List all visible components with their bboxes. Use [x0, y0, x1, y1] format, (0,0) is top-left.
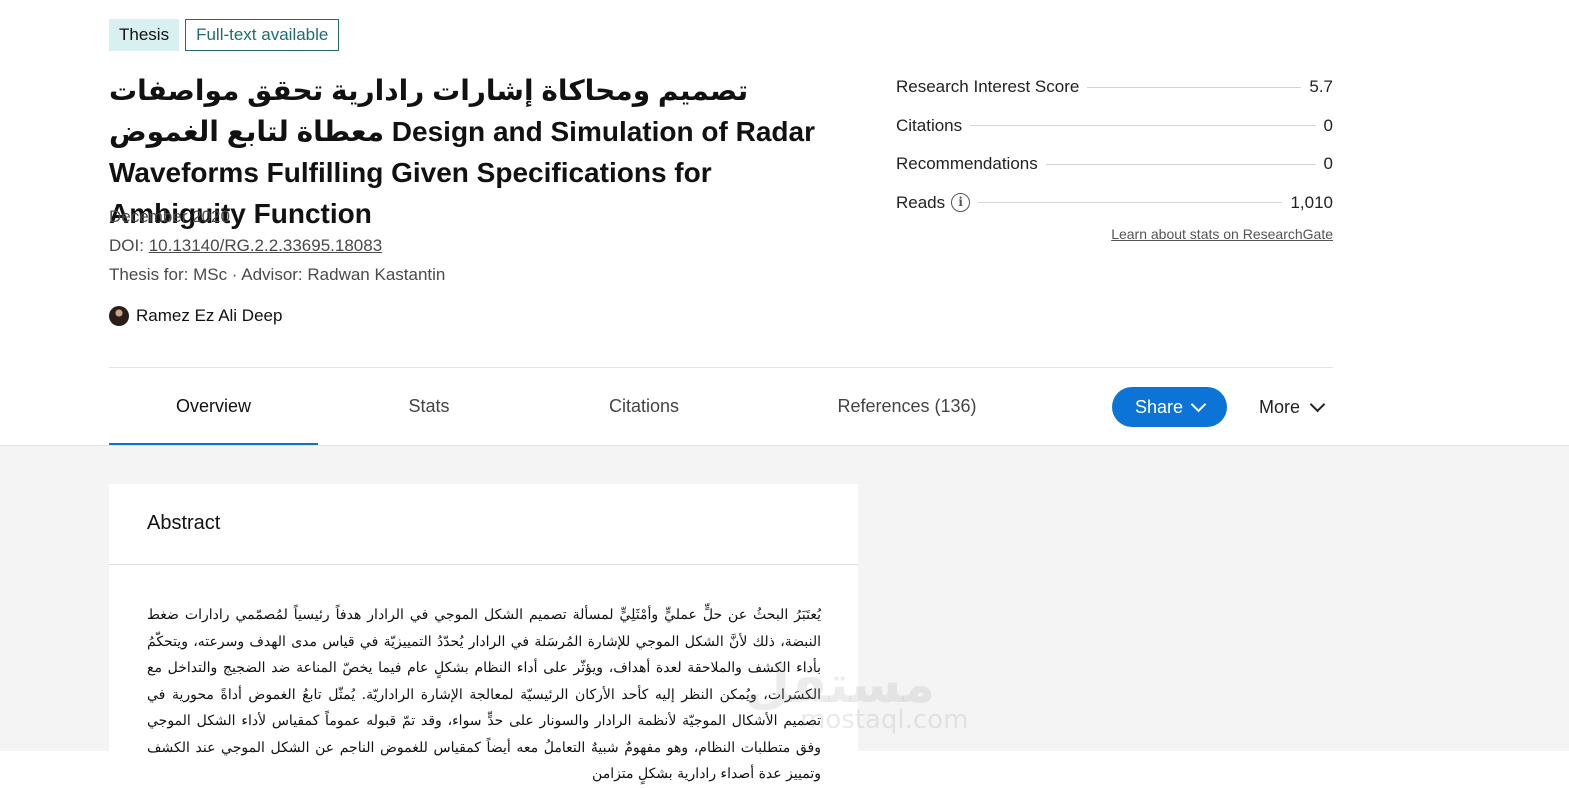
doi-label: DOI: — [109, 236, 144, 255]
stat-research-interest: Research Interest Score 5.7 — [896, 68, 1333, 107]
stat-reads: Reads i 1,010 — [896, 184, 1333, 223]
author[interactable]: Ramez Ez Ali Deep — [109, 306, 282, 326]
stat-label: Research Interest Score — [896, 77, 1080, 97]
tab-overview[interactable]: Overview — [109, 368, 318, 446]
share-label: Share — [1134, 396, 1184, 417]
stat-label: Citations — [896, 115, 963, 135]
stat-value: 0 — [1323, 115, 1333, 135]
more-label: More — [1259, 396, 1301, 417]
publication-header: Thesis Full-text available تصميم ومحاكاة… — [0, 0, 1569, 446]
more-button[interactable]: More — [1259, 387, 1326, 427]
stat-label: Reads — [896, 192, 946, 212]
full-text-badge[interactable]: Full-text available — [185, 19, 340, 51]
abstract-card: Abstract يُعتَبَرُ البحثُ عن حلٍّ عمليٍّ… — [109, 484, 858, 782]
info-icon[interactable]: i — [951, 193, 971, 213]
abstract-heading: Abstract — [147, 512, 221, 534]
badge-group: Thesis Full-text available — [109, 19, 340, 51]
stat-leader-line — [970, 125, 1316, 127]
stat-value: 0 — [1323, 154, 1333, 174]
stat-recommendations: Recommendations 0 — [896, 145, 1333, 184]
stat-value: 1,010 — [1290, 192, 1333, 212]
stat-leader-line — [1087, 86, 1302, 88]
tab-references[interactable]: References (136) — [829, 368, 985, 445]
learn-stats-link[interactable]: Learn about stats on ResearchGate — [1111, 226, 1333, 242]
stat-citations: Citations 0 — [896, 107, 1333, 146]
stat-leader-line — [978, 202, 1283, 204]
tab-stats[interactable]: Stats — [389, 368, 469, 445]
tab-citations[interactable]: Citations — [589, 368, 699, 445]
chevron-down-icon — [1309, 396, 1326, 413]
thesis-info: Thesis for: MSc · Advisor: Radwan Kastan… — [109, 265, 446, 284]
stats-panel: Research Interest Score 5.7 Citations 0 … — [896, 68, 1333, 242]
publication-date: December 2020 — [109, 207, 230, 226]
abstract-header: Abstract — [109, 484, 858, 565]
watermark-url: mostaql.com — [800, 705, 969, 735]
stat-value: 5.7 — [1309, 77, 1333, 97]
thesis-badge: Thesis — [109, 19, 180, 51]
stat-label: Recommendations — [896, 154, 1038, 174]
share-button[interactable]: Share — [1112, 387, 1227, 427]
chevron-down-icon — [1190, 396, 1207, 413]
abstract-text: يُعتَبَرُ البحثُ عن حلٍّ عمليٍّ وأمْثَلِ… — [147, 607, 821, 782]
doi-link[interactable]: 10.13140/RG.2.2.33695.18083 — [149, 236, 382, 255]
stat-leader-line — [1045, 163, 1316, 165]
avatar[interactable] — [109, 306, 129, 326]
author-name[interactable]: Ramez Ez Ali Deep — [136, 306, 282, 326]
doi-line: DOI: 10.13140/RG.2.2.33695.18083 — [109, 236, 382, 256]
